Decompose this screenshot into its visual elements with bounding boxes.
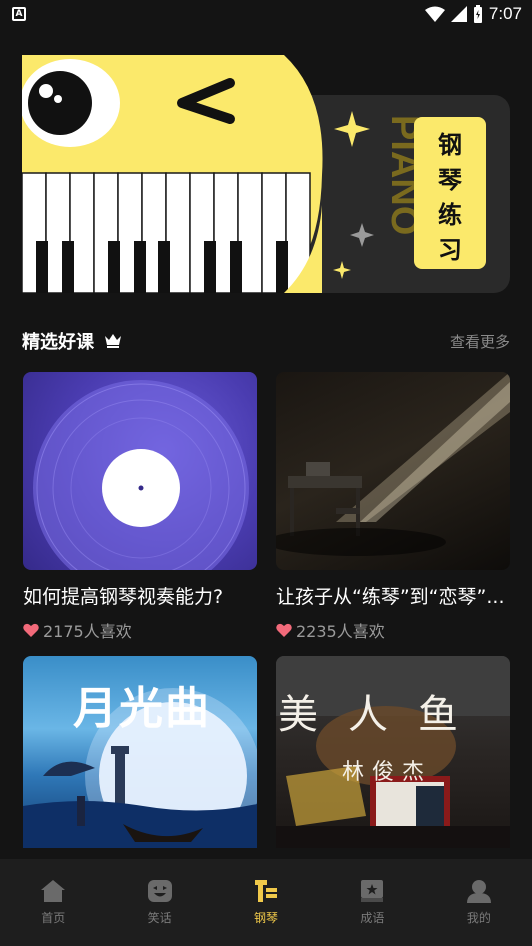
tab-jokes[interactable]: 笑话 bbox=[106, 859, 212, 946]
heart-icon bbox=[276, 623, 292, 637]
banner-title: 钢 琴 练 习 bbox=[414, 125, 486, 265]
crown-icon bbox=[105, 334, 121, 348]
bottom-tab-bar: 首页 笑话 钢琴 成语 我的 bbox=[0, 859, 532, 946]
likes-count: 2175人喜欢 bbox=[43, 622, 132, 641]
tab-mine[interactable]: 我的 bbox=[426, 859, 532, 946]
tab-label: 成语 bbox=[360, 911, 385, 925]
course-title[interactable]: 如何提高钢琴视奏能力? bbox=[23, 582, 263, 609]
cover-subtext: 林俊杰 bbox=[342, 760, 433, 785]
piano-icon bbox=[255, 880, 278, 902]
cover-text: 美人鱼 bbox=[278, 692, 488, 738]
home-icon bbox=[41, 880, 66, 902]
battery-icon bbox=[473, 5, 482, 23]
book-icon bbox=[361, 880, 384, 902]
course-likes: 2235人喜欢 bbox=[276, 618, 385, 642]
notification-icon: A bbox=[12, 7, 26, 21]
banner-title-char: 琴 bbox=[438, 166, 462, 194]
banner-title-char: 习 bbox=[438, 236, 462, 264]
user-icon bbox=[466, 880, 491, 903]
smile-icon bbox=[147, 880, 172, 902]
likes-count: 2235人喜欢 bbox=[296, 622, 385, 641]
tab-label: 首页 bbox=[41, 911, 66, 925]
tab-home[interactable]: 首页 bbox=[0, 859, 106, 946]
course-card[interactable]: 让孩子从“练琴”到“恋琴”... 2235人喜欢 bbox=[276, 372, 510, 642]
course-cover bbox=[276, 372, 510, 570]
course-cover: 美人鱼 林俊杰 bbox=[276, 656, 510, 848]
featured-section-header: 精选好课 查看更多 bbox=[22, 326, 510, 354]
tab-label: 钢琴 bbox=[254, 911, 279, 925]
status-bar: A 7:07 bbox=[0, 0, 532, 28]
course-cover: 月光曲 bbox=[23, 656, 257, 848]
banner-title-char: 练 bbox=[438, 201, 462, 229]
view-more-link[interactable]: 查看更多 bbox=[450, 331, 510, 352]
tab-label: 笑话 bbox=[147, 911, 172, 925]
course-card[interactable]: 月光曲 bbox=[23, 656, 257, 848]
banner-title-char: 钢 bbox=[438, 131, 462, 159]
course-cover bbox=[23, 372, 257, 570]
course-card[interactable]: 美人鱼 林俊杰 bbox=[276, 656, 510, 848]
status-time: 7:07 bbox=[488, 4, 522, 23]
tab-piano[interactable]: 钢琴 bbox=[213, 859, 319, 946]
course-card[interactable]: 如何提高钢琴视奏能力? 2175人喜欢 bbox=[23, 372, 257, 642]
wifi-icon bbox=[424, 6, 445, 22]
signal-icon bbox=[450, 6, 467, 22]
course-title[interactable]: 让孩子从“练琴”到“恋琴”... bbox=[276, 582, 516, 609]
heart-icon bbox=[23, 623, 39, 637]
cover-text: 月光曲 bbox=[73, 683, 211, 734]
piano-practice-banner[interactable]: PIANO 钢 琴 练 习 bbox=[20, 55, 510, 294]
tab-idioms[interactable]: 成语 bbox=[319, 859, 425, 946]
tab-label: 我的 bbox=[466, 911, 491, 925]
course-likes: 2175人喜欢 bbox=[23, 618, 132, 642]
section-title: 精选好课 bbox=[22, 332, 94, 353]
